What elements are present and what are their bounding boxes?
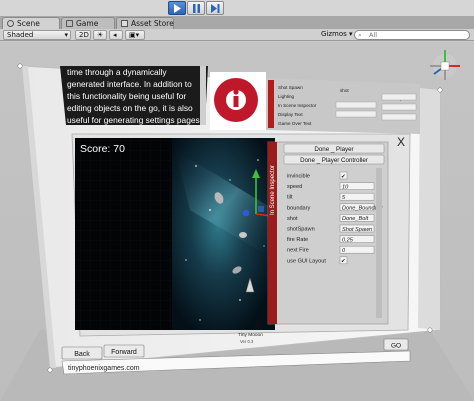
asset-store-tab-icon [121, 20, 128, 27]
game-tab-icon [66, 20, 73, 27]
step-icon [211, 4, 220, 13]
url-text: tinyphoenixgames.com [68, 365, 140, 372]
step-button[interactable] [206, 1, 224, 15]
rect-handle-br[interactable] [427, 327, 433, 333]
article-line-5: useful for generating settings pages [67, 115, 200, 125]
window-tabs: Scene Game Asset Store [0, 16, 474, 29]
inspector-field-label: use GUI Layout [287, 258, 326, 264]
info-logo-dot [233, 89, 239, 95]
inspector-side-label: In Scene Inspector [270, 165, 276, 215]
play-icon [174, 4, 181, 13]
article-line-3: this functionality being useful for [67, 91, 186, 101]
inspector-field-label: tilt [287, 195, 293, 201]
game-grid [75, 138, 173, 330]
rect-handle-tl[interactable] [17, 63, 23, 69]
back-button-label: Back [74, 351, 90, 358]
image-icon: ▣▾ [129, 31, 140, 39]
inspector-field-label: speed [287, 184, 302, 190]
inspector-field-label: boundary [287, 205, 311, 211]
inspector-field-value: 0.25 [342, 237, 354, 243]
article-line-1: time through a dynamically [67, 67, 167, 77]
blue-object [242, 209, 250, 217]
inspector-field-label: shotSpawn [287, 227, 315, 233]
tab-scene[interactable]: Scene [2, 17, 60, 29]
shading-mode-label: Shaded [7, 31, 34, 39]
mini-item-4: Display Text [278, 112, 303, 117]
credit-line-1: Tiny Mooon [238, 332, 263, 338]
go-button-label: GO [391, 343, 401, 350]
rect-handle-tr[interactable] [437, 87, 443, 93]
2d-toggle[interactable]: 2D [75, 30, 91, 40]
close-icon[interactable]: X [397, 135, 405, 149]
inspector-field-label: fire Rate [287, 237, 308, 243]
search-placeholder: All [369, 31, 378, 39]
search-icon: ⌕ [358, 31, 362, 39]
inspector-scrollbar[interactable] [376, 168, 382, 318]
gizmos-dropdown[interactable]: Gizmos ▾ [318, 30, 353, 40]
play-toolbar [0, 0, 474, 16]
mini-item-3: In Scene Inspector [278, 103, 317, 108]
dropdown-arrow-icon: ▾ [346, 30, 353, 38]
tab-asset-store[interactable]: Asset Store [116, 17, 174, 29]
gizmos-label: Gizmos [321, 30, 347, 38]
asteroid-2 [239, 232, 247, 238]
scene-tab-icon [7, 20, 14, 27]
article-scrollbar[interactable] [200, 66, 206, 125]
shading-mode-dropdown[interactable]: Shaded ▾ [3, 30, 71, 40]
scene-view[interactable]: time through a dynamically generated int… [0, 42, 474, 401]
mini-red-tab [268, 80, 274, 128]
sun-icon: ☀ [97, 31, 104, 39]
dropdown-arrow-icon: ▾ [64, 31, 68, 39]
pause-icon [193, 4, 200, 13]
rect-handle-bl[interactable] [47, 367, 53, 373]
mini-item-2: Lighting [278, 94, 295, 99]
tab-scene-label: Scene [17, 19, 40, 28]
inspector-field-value: 10 [342, 184, 349, 190]
speaker-icon: ◂ [113, 31, 117, 39]
lighting-toggle[interactable]: ☀ [93, 30, 107, 40]
pause-button[interactable] [187, 1, 205, 15]
inspector-field-value: Shot Spawn [342, 227, 372, 233]
article-line-2: generated interface. In addition to [67, 79, 192, 89]
inspector-field-value: Done_Bolt [342, 216, 369, 222]
tab-asset-store-label: Asset Store [131, 19, 174, 28]
credit-line-2: Ver 0.3 [240, 339, 254, 344]
effects-dropdown[interactable]: ▣▾ [125, 30, 145, 40]
player-controller-button-label: Done _ Player Controller [300, 157, 368, 164]
mini-item-5: Game Over Text [278, 121, 312, 126]
tab-game-label: Game [76, 19, 99, 28]
mini-item-1: Shot Spawn [278, 85, 303, 90]
mini-right-1: shot [340, 88, 349, 93]
gizmo-plane-handle[interactable] [258, 206, 264, 212]
inspector-field-value: ✔ [341, 259, 346, 265]
inspector-field-label: shot [287, 216, 298, 222]
article-line-4: editing objects on the go, it is also [67, 103, 193, 113]
2d-label: 2D [79, 31, 89, 39]
scene-toolbar: Shaded ▾ 2D ☀ ◂ ▣▾ Gizmos ▾ ⌕ All [0, 29, 474, 41]
panel-side [418, 88, 440, 330]
world-space-browser: time through a dynamically generated int… [0, 50, 474, 401]
search-input[interactable]: ⌕ All [354, 30, 470, 40]
orientation-gizmo[interactable] [430, 50, 460, 80]
inspector-field-label: invincible [287, 174, 310, 180]
player-button-label: Done _ Player [314, 146, 353, 153]
tab-game[interactable]: Game [61, 17, 115, 29]
play-button[interactable] [168, 1, 186, 15]
forward-button-label: Forward [111, 349, 137, 356]
inspector-field-label: next Fire [287, 248, 309, 254]
info-logo-stem [233, 96, 239, 107]
inspector-field-value: ✔ [341, 174, 346, 180]
inspector-panel [267, 141, 389, 325]
audio-toggle[interactable]: ◂ [109, 30, 123, 40]
score-text: Score: 70 [80, 143, 125, 155]
